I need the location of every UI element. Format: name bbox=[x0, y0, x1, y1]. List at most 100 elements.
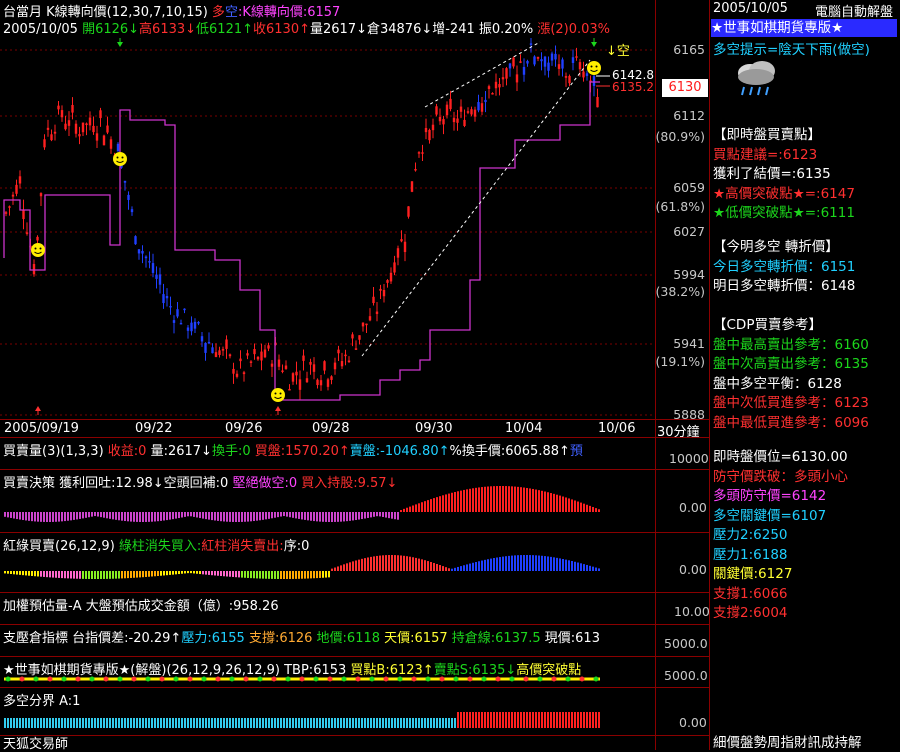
indicator-bar bbox=[571, 561, 573, 571]
indicator-bar bbox=[142, 718, 144, 728]
indicator-bar bbox=[97, 718, 99, 728]
expert-dot bbox=[131, 676, 137, 682]
indicator-bar bbox=[511, 486, 513, 512]
sp-seg-2: 壓力:6155 bbox=[181, 631, 249, 646]
indicator-bar bbox=[532, 555, 534, 571]
indicator-bar bbox=[70, 512, 72, 521]
indicator-bar bbox=[280, 718, 282, 728]
indicator-bar bbox=[184, 512, 186, 517]
expert-dot bbox=[327, 676, 333, 682]
indicator-bar bbox=[328, 718, 330, 728]
indicator-bar bbox=[586, 564, 588, 571]
indicator-bar bbox=[280, 512, 282, 517]
indicator-bar bbox=[292, 571, 294, 579]
sidebar-bottom-menu[interactable]: 細價盤勢周指財訊成持解 bbox=[713, 731, 862, 751]
indicator-bar bbox=[448, 718, 450, 728]
indicator-bar bbox=[13, 718, 15, 728]
sidebar-line: 【今明多空 轉折價】 bbox=[713, 239, 839, 255]
indicator-bar bbox=[250, 571, 252, 579]
indicator-bar bbox=[100, 571, 102, 579]
candle-body bbox=[358, 335, 361, 340]
indicator-bar bbox=[520, 555, 522, 571]
indicator-bar bbox=[223, 718, 225, 728]
indicator-bar bbox=[208, 571, 210, 575]
indicator-bar bbox=[358, 718, 360, 728]
current-price-tag: 6130 bbox=[662, 79, 708, 97]
smiley-icon-eye bbox=[116, 156, 119, 159]
indicator-bar bbox=[169, 571, 171, 575]
indicator-bar bbox=[547, 712, 549, 728]
candle-body bbox=[239, 358, 242, 362]
weighted-panel[interactable]: 加權預估量-A 大盤預估成交金額（億）:958.26 bbox=[0, 593, 655, 623]
indicator-bar bbox=[325, 512, 327, 522]
main-chart-panel[interactable]: 台當月 K線轉向價(12,30,7,10,15) 多空:K線轉向價:6157 2… bbox=[0, 0, 655, 418]
candle-body bbox=[344, 354, 347, 357]
decision-panel[interactable]: 買賣決策 獲利回吐:12.98↓空頭回補:0 堅絕做空:0 買入持股:9.57↓ bbox=[0, 470, 655, 526]
indicator-bar bbox=[106, 718, 108, 728]
candle-body bbox=[8, 206, 11, 208]
indicator-bar bbox=[259, 571, 261, 579]
indicator-bar bbox=[388, 718, 390, 728]
indicator-bar bbox=[517, 555, 519, 571]
candle-body bbox=[372, 296, 375, 304]
candle-body bbox=[491, 92, 494, 95]
indicator-bar bbox=[379, 555, 381, 571]
smiley-icon-eye bbox=[279, 392, 282, 395]
indicator-bar bbox=[88, 571, 90, 579]
indicator-bar bbox=[307, 571, 309, 579]
expert-dot bbox=[173, 676, 179, 682]
indicator-bar bbox=[166, 512, 168, 521]
candle-body bbox=[211, 347, 214, 354]
candle-body bbox=[64, 123, 67, 130]
indicator-bar bbox=[562, 558, 564, 571]
indicator-bar bbox=[355, 560, 357, 571]
indicator-bar bbox=[421, 559, 423, 571]
indicator-bar bbox=[13, 571, 15, 575]
candle-body bbox=[148, 261, 151, 263]
redgreen-panel[interactable]: 紅綠買賣(26,12,9) 綠柱消失買入:紅柱消失賣出:序:0 bbox=[0, 533, 655, 591]
indicator-bar bbox=[52, 718, 54, 728]
candlestick-chart[interactable] bbox=[0, 0, 655, 418]
expert-dot bbox=[229, 676, 235, 682]
support-panel[interactable]: 支壓倉指標 台指價差:-20.29↑壓力:6155 支撐:6126 地價:611… bbox=[0, 625, 655, 655]
indicator-bar bbox=[46, 571, 48, 578]
indicator-bar bbox=[214, 718, 216, 728]
indicator-bar bbox=[370, 512, 372, 518]
indicator-bar bbox=[124, 512, 126, 522]
indicator-bar bbox=[22, 718, 24, 728]
short-signal-label: ↓空 bbox=[606, 44, 630, 59]
indicator-bar bbox=[451, 492, 453, 512]
indicator-bar bbox=[508, 712, 510, 728]
indicator-bar bbox=[55, 571, 57, 578]
indicator-bar bbox=[370, 718, 372, 728]
indicator-bar bbox=[151, 718, 153, 728]
indicator-bar bbox=[106, 512, 108, 519]
volume-panel[interactable]: 買賣量(3)(1,3,3) 收益:0 量:2617↓換手:0 買盤:1570.2… bbox=[0, 438, 655, 468]
indicator-bar bbox=[76, 571, 78, 579]
sidebar-line: 盤中次低買進參考：6123 bbox=[713, 395, 869, 411]
boundary-panel[interactable]: 多空分界 A:1 bbox=[0, 688, 655, 735]
indicator-bar bbox=[520, 487, 522, 512]
indicator-bar bbox=[490, 486, 492, 512]
indicator-bar bbox=[64, 718, 66, 728]
candle-body bbox=[410, 181, 414, 192]
sidebar-title: 電腦自動解盤 bbox=[815, 5, 894, 20]
date-tick: 10/06 bbox=[598, 421, 636, 436]
candle-body bbox=[393, 262, 396, 273]
indicator-bar bbox=[427, 500, 429, 512]
indicator-bar bbox=[37, 571, 39, 577]
indicator-bar bbox=[91, 718, 93, 728]
candle-body bbox=[396, 248, 400, 258]
candle-body bbox=[207, 341, 211, 344]
indicator-bar bbox=[403, 718, 405, 728]
indicator-bar bbox=[286, 512, 288, 517]
indicator-bar bbox=[436, 563, 438, 571]
sp-seg-6: 持倉線:6137.5 bbox=[451, 631, 545, 646]
indicator-bar bbox=[550, 556, 552, 571]
indicator-bar bbox=[565, 559, 567, 571]
indicator-bar bbox=[367, 718, 369, 728]
date-tick: 2005/09/19 bbox=[4, 421, 79, 436]
indicator-bar bbox=[436, 497, 438, 512]
indicator-bar bbox=[481, 560, 483, 571]
expert-panel[interactable]: ★世事如棋期貨專版★(解盤)(26,12,9,26,12,9) TBP:6153… bbox=[0, 657, 655, 685]
